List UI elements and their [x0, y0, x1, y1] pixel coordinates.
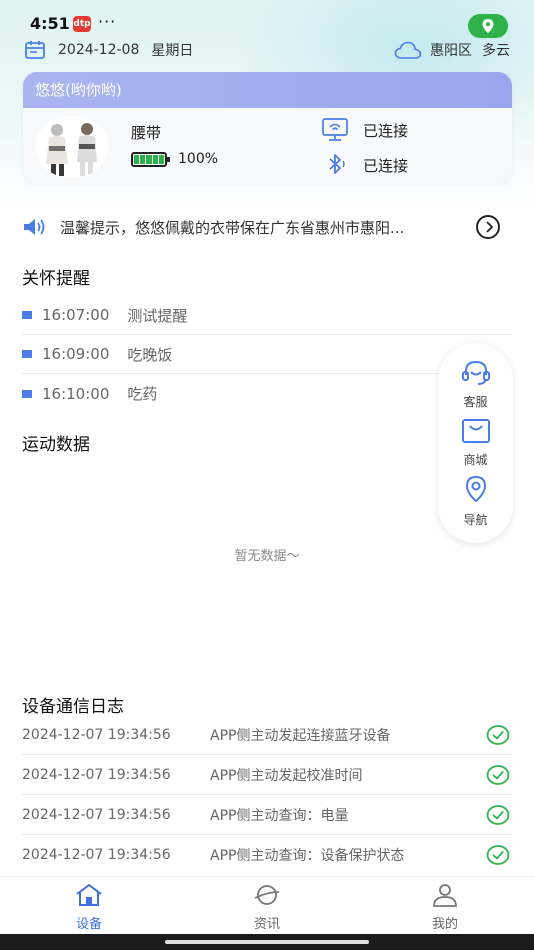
server-connection: 已连接	[321, 117, 408, 143]
sport-empty-state: 暂无数据～	[234, 549, 300, 564]
user-icon	[433, 884, 457, 907]
success-check-icon	[486, 805, 510, 825]
date-row: 2024-12-08 星期日	[24, 38, 193, 62]
log-row: 2024-12-07 19:34:56 APP侧主动发起校准时间	[22, 755, 512, 795]
tab-news-label: 资讯	[253, 917, 280, 932]
reminder-bullet	[22, 350, 32, 358]
log-time: 2024-12-07 19:34:56	[22, 847, 171, 863]
location-pin-icon	[482, 19, 494, 33]
bluetooth-connection: 已连接	[321, 152, 408, 178]
bottom-tab-bar: 设备 资讯 我的	[0, 876, 534, 934]
navigation-button[interactable]: 导航	[438, 475, 513, 528]
system-navigation-bar	[0, 934, 534, 950]
mall-button[interactable]: 商城	[438, 417, 513, 468]
weather-district: 惠阳区	[430, 43, 472, 59]
tab-news[interactable]: 资讯	[207, 883, 327, 932]
log-row: 2024-12-07 19:34:56 APP侧主动发起连接蓝牙设备	[22, 715, 512, 755]
sport-data-title: 运动数据	[22, 435, 90, 455]
app-notification-icon: dtp	[73, 16, 91, 32]
log-time: 2024-12-07 19:34:56	[22, 766, 171, 783]
battery-percentage: 100%	[178, 151, 219, 167]
weather-info[interactable]: 惠阳区 多云	[394, 38, 510, 62]
current-weekday: 星期日	[151, 43, 194, 59]
log-time: 2024-12-07 19:34:56	[22, 726, 171, 743]
more-notifications-icon: ···	[98, 12, 117, 31]
log-message: APP侧主动发起连接蓝牙设备	[210, 727, 391, 744]
device-name: 腰带	[131, 124, 162, 142]
planet-icon	[254, 885, 280, 905]
device-card-title: 悠悠(哟你哟)	[23, 72, 512, 108]
log-message: APP侧主动发起校准时间	[210, 767, 363, 784]
current-date: 2024-12-08	[58, 42, 140, 58]
tab-mine-label: 我的	[431, 917, 458, 932]
navigation-label: 导航	[463, 513, 488, 527]
tab-mine[interactable]: 我的	[385, 883, 505, 932]
status-time: 4:51	[30, 14, 70, 33]
floating-menu: 客服 商城 导航	[438, 343, 513, 543]
weather-condition: 多云	[482, 43, 510, 59]
home-indicator[interactable]	[165, 940, 369, 944]
success-check-icon	[486, 765, 510, 785]
calendar-icon	[25, 41, 45, 59]
bluetooth-connection-status: 已连接	[363, 156, 409, 175]
success-check-icon	[486, 725, 510, 745]
wearer-avatar	[35, 116, 109, 178]
battery-icon	[131, 152, 170, 167]
headset-icon	[461, 360, 490, 385]
reminder-name: 吃晚饭	[127, 345, 173, 364]
reminder-time: 16:10:00	[42, 384, 110, 403]
log-time: 2024-12-07 19:34:56	[22, 806, 171, 823]
wearer-photo	[46, 123, 97, 176]
speaker-icon	[24, 219, 45, 235]
cloud-icon	[394, 41, 422, 59]
log-row: 2024-12-07 19:34:56 APP侧主动查询：设备保护状态	[22, 835, 512, 875]
log-message: APP侧主动查询：设备保护状态	[210, 848, 405, 864]
tab-device-label: 设备	[75, 917, 102, 932]
map-pin-icon	[465, 475, 486, 503]
reminder-time: 16:07:00	[42, 306, 110, 324]
log-message: APP侧主动查询：电量	[210, 807, 349, 824]
server-connection-status: 已连接	[363, 121, 409, 140]
notice-text: 温馨提示，悠悠佩戴的衣带保在广东省惠州市惠阳...	[60, 218, 405, 237]
shopping-bag-icon	[461, 419, 490, 443]
reminder-time: 16:09:00	[42, 345, 110, 363]
reminder-bullet	[22, 311, 32, 319]
reminder-name: 吃药	[127, 385, 158, 403]
home-icon	[76, 884, 102, 906]
monitor-connection-icon	[322, 118, 348, 141]
mall-label: 商城	[463, 453, 488, 467]
care-reminder-title: 关怀提醒	[22, 269, 90, 289]
customer-service-button[interactable]: 客服	[438, 359, 513, 410]
comm-log-title: 设备通信日志	[22, 697, 124, 717]
location-indicator	[468, 14, 508, 38]
screen: 4:51 dtp ··· 2024-12-08 星期日 惠阳区 多云 悠悠(哟你…	[0, 0, 534, 950]
reminder-name: 测试提醒	[127, 306, 188, 325]
bluetooth-icon	[329, 154, 345, 174]
customer-service-label: 客服	[463, 395, 488, 409]
reminder-bullet	[22, 389, 32, 398]
device-card[interactable]: 悠悠(哟你哟) 腰带 100% 已连接 已连接	[23, 72, 512, 184]
notice-bar[interactable]: 温馨提示，悠悠佩戴的衣带保在广东省惠州市惠阳...	[22, 214, 512, 240]
success-check-icon	[486, 845, 510, 865]
reminder-item[interactable]: 16:07:00 测试提醒	[22, 296, 512, 335]
tab-device[interactable]: 设备	[29, 883, 149, 932]
log-row: 2024-12-07 19:34:56 APP侧主动查询：电量	[22, 795, 512, 835]
notice-arrow-icon[interactable]	[476, 215, 500, 239]
